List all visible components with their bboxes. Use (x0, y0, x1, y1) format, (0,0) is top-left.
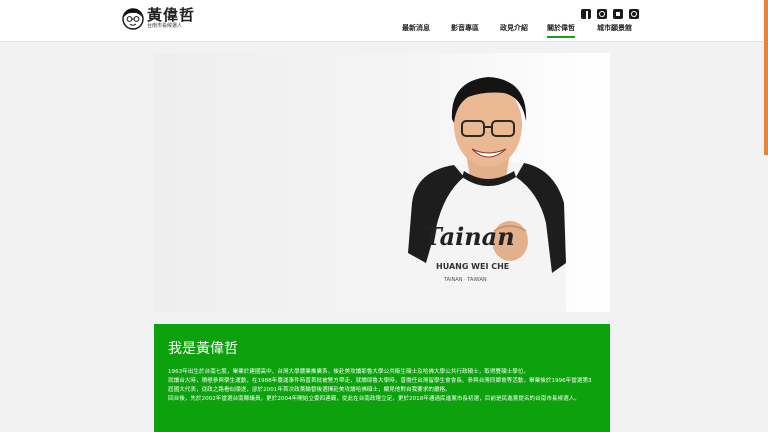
about-paragraph-2: 就讀台大時，積極參與學生運動，在1988年農運事件時曾首批被警方帶走，就讀耶魯大… (168, 378, 592, 393)
candidate-portrait: Tainan HUANG WEI CHE TAINAN · TAIWAN (406, 77, 566, 312)
instagram-icon[interactable] (597, 9, 607, 19)
shirt-text-place: TAINAN · TAIWAN (443, 277, 487, 283)
nav-videos[interactable]: 影音專區 (451, 23, 479, 33)
about-paragraph-3: 回台後，先於2002年當選台南縣議員，更於2004年開始立委四連霸，從此在台南政… (168, 396, 580, 402)
facebook-icon[interactable] (581, 9, 591, 19)
line-icon[interactable] (629, 9, 639, 19)
nav-about[interactable]: 關於偉哲 (547, 23, 575, 38)
main-nav: 最新消息 影音專區 政見介紹 關於偉哲 城市願景館 (0, 23, 768, 38)
hero-photo: Tainan HUANG WEI CHE TAINAN · TAIWAN (154, 53, 610, 312)
about-title: 我是黃偉哲 (168, 341, 238, 357)
nav-vision[interactable]: 城市願景館 (597, 23, 632, 33)
about-section: 我是黃偉哲 1963年出生於台南七股，畢業於建國高中、台灣大學農業推廣系，後赴美… (154, 324, 610, 432)
shirt-text-name: HUANG WEI CHE (436, 262, 509, 271)
nav-policies[interactable]: 政見介紹 (500, 23, 528, 33)
nav-news[interactable]: 最新消息 (402, 23, 430, 33)
logo-name: 黃偉哲 (147, 6, 196, 24)
site-header: 黃偉哲 台南市長候選人 最新消息 影音專區 政見介紹 關於偉哲 城市願景館 (0, 0, 768, 42)
shirt-text-main: Tainan (424, 222, 515, 251)
social-links (581, 9, 639, 19)
youtube-icon[interactable] (613, 9, 623, 19)
scrollbar-thumb[interactable] (764, 0, 768, 155)
about-paragraph-1: 1963年出生於台南七股，畢業於建國高中、台灣大學農業推廣系，後赴美攻讀耶魯大學… (168, 369, 530, 375)
